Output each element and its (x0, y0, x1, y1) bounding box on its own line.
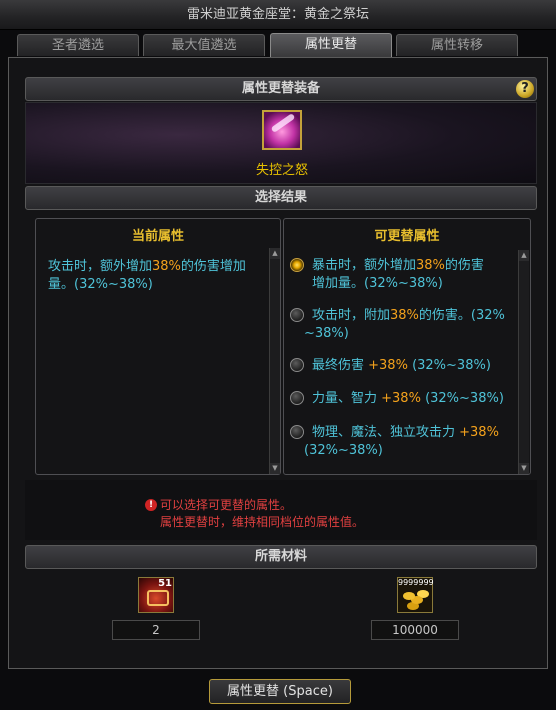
equipment-name: 失控之怒 (255, 163, 308, 178)
material-2-badge: 9999999 (398, 578, 434, 587)
option-2-text-post: 的伤害。(32% (418, 308, 505, 323)
current-attribute-text: 攻击时，额外增加38%的伤害增加 量。(32%~38%) (48, 258, 266, 294)
option-1-text-line2: 增加量。(32%~38%) (312, 276, 443, 291)
option-3-text-post: (32%~38%) (407, 358, 491, 373)
radio-unselected-icon[interactable] (290, 358, 304, 372)
option-2-text-line2: ~38%) (304, 326, 349, 341)
tab-max-value-selection[interactable]: 最大值遴选 (143, 34, 265, 56)
replaceable-panel-scrollbar[interactable]: ▲ ▼ (518, 250, 529, 474)
material-1-count: 2 (112, 620, 200, 640)
option-item-1[interactable]: 暴击时，额外增加38%的伤害 增加量。(32%~38%) (290, 257, 515, 293)
option-item-4[interactable]: 力量、智力 +38% (32%~38%) (290, 390, 515, 408)
current-attr-pct: 38% (152, 259, 181, 274)
option-1-text-pre: 暴击时，额外增加 (312, 258, 417, 273)
option-5-text-line2: (32%~38%) (304, 443, 383, 458)
option-2-pct: 38% (390, 308, 419, 323)
material-2-count: 100000 (371, 620, 459, 640)
gold-coins-icon[interactable]: 9999999 (397, 577, 434, 613)
tab-attribute-transfer[interactable]: 属性转移 (396, 34, 518, 56)
current-attr-text-post: 的伤害增加 (180, 259, 246, 274)
scroll-down-arrow-icon[interactable]: ▼ (519, 463, 529, 474)
option-item-5[interactable]: 物理、魔法、独立攻击力 +38% (32%~38%) (290, 424, 515, 460)
option-4-text-pre: 力量、智力 (312, 391, 382, 406)
option-2-text-pre: 攻击时，附加 (312, 308, 391, 323)
material-1-badge: 51 (158, 578, 172, 589)
scroll-up-arrow-icon[interactable]: ▲ (270, 248, 280, 259)
current-attr-text-line2: 量。(32%~38%) (48, 277, 153, 292)
tab-attribute-replace[interactable]: 属性更替 (270, 33, 392, 57)
option-1-pct: 38% (416, 258, 445, 273)
option-5-pct: +38% (459, 425, 499, 440)
current-attribute-panel: 当前属性 (35, 218, 281, 475)
message-line-2: 属性更替时，维持相同档位的属性值。 (160, 515, 365, 529)
red-chest-icon[interactable]: 51 (138, 577, 174, 613)
materials-header: 所需材料 (25, 545, 537, 569)
attribute-replace-button[interactable]: 属性更替 (Space) (209, 679, 351, 704)
option-1-text-post: 的伤害 (444, 258, 484, 273)
radio-unselected-icon[interactable] (290, 425, 304, 439)
help-icon[interactable]: ? (516, 80, 534, 98)
pink-blade-icon[interactable] (262, 110, 302, 150)
option-4-pct: +38% (381, 391, 421, 406)
warning-icon: ! (145, 499, 157, 511)
current-panel-scrollbar[interactable]: ▲ ▼ (269, 248, 280, 474)
current-attr-text-pre: 攻击时，额外增加 (48, 259, 153, 274)
message-line-1: 可以选择可更替的属性。 (160, 498, 293, 512)
option-item-3[interactable]: 最终伤害 +38% (32%~38%) (290, 357, 515, 375)
radio-selected-icon[interactable] (290, 258, 304, 272)
equipment-header: 属性更替装备 (25, 77, 537, 101)
option-3-text-pre: 最终伤害 (312, 358, 369, 373)
scroll-up-arrow-icon[interactable]: ▲ (519, 250, 529, 261)
replaceable-attribute-title: 可更替属性 (374, 229, 440, 244)
option-3-pct: +38% (368, 358, 408, 373)
radio-unselected-icon[interactable] (290, 391, 304, 405)
option-5-text-pre: 物理、魔法、独立攻击力 (312, 425, 460, 440)
tab-saint-selection[interactable]: 圣者遴选 (17, 34, 139, 56)
scroll-down-arrow-icon[interactable]: ▼ (270, 463, 280, 474)
results-header: 选择结果 (25, 186, 537, 210)
option-4-text-post: (32%~38%) (420, 391, 504, 406)
option-item-2[interactable]: 攻击时，附加38%的伤害。(32% ~38%) (290, 307, 515, 343)
current-attribute-title: 当前属性 (131, 229, 184, 244)
window-title: 雷米迪亚黄金座堂：黄金之祭坛 (0, 0, 556, 30)
radio-unselected-icon[interactable] (290, 308, 304, 322)
